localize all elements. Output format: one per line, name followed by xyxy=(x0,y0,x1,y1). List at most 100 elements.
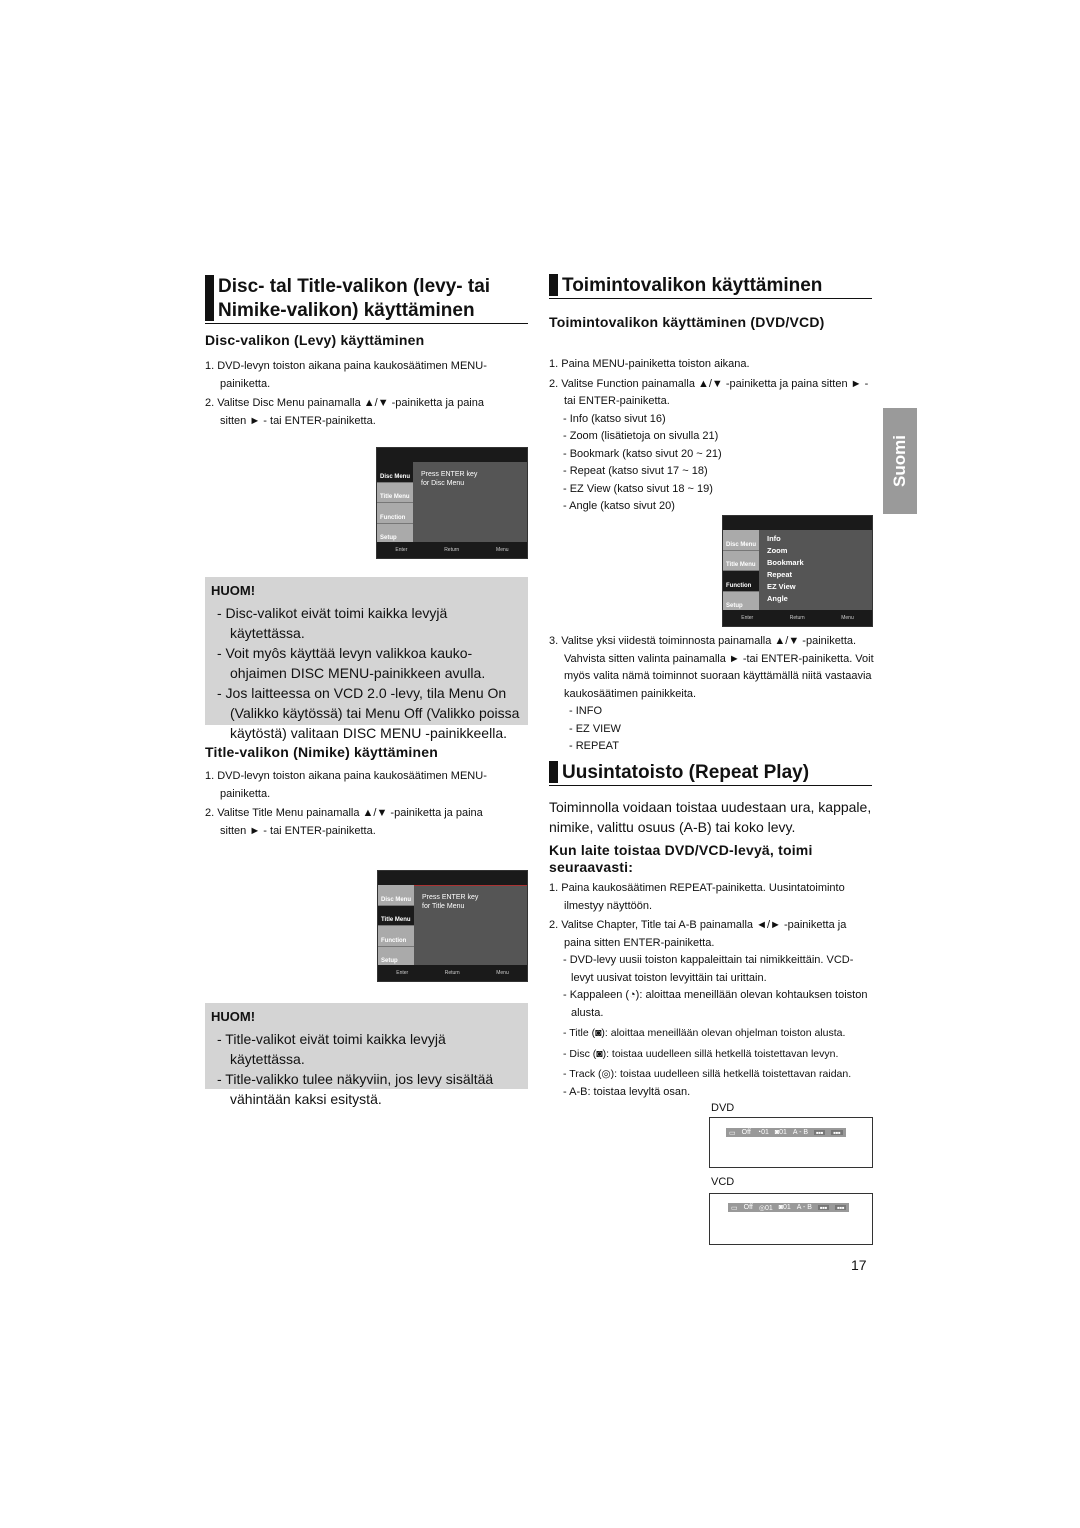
screen-message: Press ENTER key xyxy=(421,471,478,478)
note-item: - Title-valikko tulee näkyviin, jos levy… xyxy=(217,1071,494,1107)
note-item: - Voit myôs käyttää levyn valikkoa kauko… xyxy=(217,645,486,681)
menu-item-disc: Disc Menu xyxy=(377,462,413,483)
function-item: - Zoom (lisätietoja on sivulla 21) xyxy=(563,430,719,442)
menu-item-function: Function xyxy=(377,503,413,524)
heading-text: Uusintatoisto (Repeat Play) xyxy=(562,762,810,783)
function-option: Bookmark xyxy=(767,558,804,567)
function-option: EZ View xyxy=(767,582,796,591)
step: 2. Valitse Function painamalla ▲/▼ -pain… xyxy=(549,377,869,408)
osd-ab: A - B xyxy=(796,1204,812,1211)
function-subheading: Toimintovalikon käyttäminen (DVD/VCD) xyxy=(549,314,825,330)
heading-line: Nimike-valikon) käyttäminen xyxy=(218,300,475,321)
section-heading-function-menu: Toimintovalikon käyttäminen xyxy=(549,274,872,299)
function-item: - Angle (katso sivut 20) xyxy=(563,500,675,512)
step: 2. Valitse Title Menu painamalla ▲/▼ -pa… xyxy=(205,807,483,837)
osd-track: 01 xyxy=(764,1204,773,1212)
osd-disc: 01 xyxy=(782,1204,791,1211)
osd-button: ■■■ xyxy=(831,1130,843,1135)
heading-bar xyxy=(205,275,214,321)
osd-mode: Off xyxy=(743,1204,753,1211)
screen-message: for Disc Menu xyxy=(421,480,465,487)
footer-enter: Enter xyxy=(396,970,409,976)
repeat-note: - Kappaleen (◔): aloittaa meneillään ole… xyxy=(563,989,868,1019)
repeat-osd: ▭ Off ◔01 ◙01 A - B ■■■ ■■■ xyxy=(726,1128,846,1137)
menu-item-title: Title Menu xyxy=(378,905,414,926)
note-box: HUOM! - Disc-valikot eivät toimi kaikka … xyxy=(205,577,528,741)
dvd-repeat-display: ▭ Off ◔01 ◙01 A - B ■■■ ■■■ xyxy=(709,1117,873,1168)
dvd-label: DVD xyxy=(711,1102,735,1114)
step: 2. Valitse Disc Menu painamalla ▲/▼ -pai… xyxy=(205,397,484,427)
repeat-note: - Track (◎): toistaa uudelleen sillä het… xyxy=(563,1068,852,1080)
step: 1. DVD-levyn toiston aikana paina kaukos… xyxy=(205,770,487,800)
heading-line: Disc- tal Title-valikon (levy- tai xyxy=(218,276,491,297)
title-menu-screen: Disc Menu Title Menu Function Setup Pres… xyxy=(377,870,528,982)
function-steps: 1. Paina MENU-painiketta toiston aikana.… xyxy=(549,356,874,516)
note-title: HUOM! xyxy=(211,583,256,598)
manual-page: Disc- tal Title-valikon (levy- tai Nimik… xyxy=(0,0,1080,1528)
menu-item-setup: Setup xyxy=(377,523,413,544)
footer-return: Return xyxy=(444,970,460,976)
osd-ab: A - B xyxy=(792,1129,809,1136)
osd-button: ■■■ xyxy=(835,1205,847,1210)
menu-item-setup: Setup xyxy=(378,946,414,967)
track-icon: ◎01 xyxy=(758,1204,773,1212)
heading-text: Toimintovalikon käyttäminen xyxy=(562,275,823,296)
heading-bar xyxy=(549,274,558,296)
step: 3. Valitse yksi viidestä toiminnosta pai… xyxy=(549,635,874,700)
disc-icon: ◙01 xyxy=(778,1204,791,1211)
menu-item-disc: Disc Menu xyxy=(723,530,759,551)
heading-bar xyxy=(549,761,558,783)
section-heading-disc-title-menu: Disc- tal Title-valikon (levy- tai Nimik… xyxy=(205,275,528,324)
title-icon: ◙01 xyxy=(774,1129,787,1136)
note-item: - Title-valikot eivät toimi kaikka levyj… xyxy=(217,1031,446,1067)
disc-steps: 1. DVD-levyn toiston aikana paina kaukos… xyxy=(205,358,510,432)
vcd-label: VCD xyxy=(711,1176,735,1188)
function-menu-screen: Disc Menu Title Menu Function Setup Info… xyxy=(722,515,873,627)
repeat-icon: ▭ xyxy=(731,1204,738,1212)
function-item: - EZ View (katso sivut 18 ~ 19) xyxy=(563,482,713,495)
repeat-intro: Toiminnolla voidaan toistaa uudestaan ur… xyxy=(549,799,872,835)
disc-menu-screen: Disc Menu Title Menu Function Setup Pres… xyxy=(376,447,528,559)
page-number: 17 xyxy=(851,1257,867,1273)
menu-item-setup: Setup xyxy=(723,591,759,612)
repeat-subheading: Kun laite toistaa DVD/VCD-levyä, toimi s… xyxy=(549,842,813,875)
function-option: Angle xyxy=(767,594,788,603)
footer-return: Return xyxy=(789,615,805,621)
vcd-repeat-display: ▭ Off ◎01 ◙01 A - B ■■■ ■■■ xyxy=(709,1193,873,1245)
footer-menu: Menu xyxy=(496,970,509,976)
section-heading-repeat: Uusintatoisto (Repeat Play) xyxy=(549,761,872,786)
repeat-icon: ▭ xyxy=(729,1129,736,1137)
repeat-note: - Title (◙): aloittaa meneillään olevan … xyxy=(563,1027,846,1039)
step: 1. Paina kaukosäätimen REPEAT-painiketta… xyxy=(549,882,845,912)
language-tab: Suomi xyxy=(883,408,917,514)
note-item: - Disc-valikot eivät toimi kaikka levyjä… xyxy=(217,605,448,641)
note-box: HUOM! - Title-valikot eivät toimi kaikka… xyxy=(205,1003,528,1107)
note-title: HUOM! xyxy=(211,1009,256,1024)
screen-message: for Title Menu xyxy=(422,903,465,910)
function-option: Info xyxy=(767,534,781,543)
function-item: - Repeat (katso sivut 17 ~ 18) xyxy=(563,465,708,477)
repeat-note: - Disc (◙): toistaa uudelleen sillä hetk… xyxy=(563,1047,839,1060)
function-step3: 3. Valitse yksi viidestä toiminnosta pai… xyxy=(549,633,874,756)
button-item: - REPEAT xyxy=(569,740,619,752)
footer-menu: Menu xyxy=(841,615,854,621)
step: 2. Valitse Chapter, Title tai A-B painam… xyxy=(549,919,847,949)
button-item: - INFO xyxy=(569,705,602,717)
footer-enter: Enter xyxy=(395,547,408,553)
repeat-osd: ▭ Off ◎01 ◙01 A - B ■■■ ■■■ xyxy=(728,1203,850,1212)
osd-title: 01 xyxy=(779,1129,787,1136)
screen-message: Press ENTER key xyxy=(422,894,479,901)
menu-item-function: Function xyxy=(723,571,759,592)
note-item: - Jos laitteessa on VCD 2.0 -levy, tila … xyxy=(217,685,520,741)
chapter-icon: ◔01 xyxy=(756,1129,769,1136)
repeat-steps: 1. Paina kaukosäätimen REPEAT-painiketta… xyxy=(549,880,874,1101)
button-item: - EZ VIEW xyxy=(569,722,621,735)
footer-enter: Enter xyxy=(741,615,754,621)
osd-button: ■■■ xyxy=(817,1205,830,1210)
title-steps: 1. DVD-levyn toiston aikana paina kaukos… xyxy=(205,768,510,842)
menu-item-disc: Disc Menu xyxy=(378,885,414,906)
menu-item-function: Function xyxy=(378,926,414,947)
menu-item-title: Title Menu xyxy=(377,482,413,503)
title-menu-subheading: Title-valikon (Nimike) käyttäminen xyxy=(205,744,438,760)
language-tab-label: Suomi xyxy=(890,435,910,487)
